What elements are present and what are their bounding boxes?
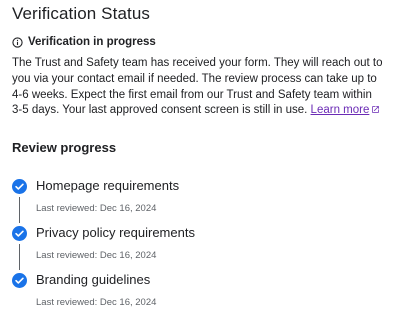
step-label: Privacy policy requirements <box>36 225 195 240</box>
review-steps: Homepage requirements Last reviewed: Dec… <box>12 178 382 309</box>
step-last-reviewed: Last reviewed: Dec 16, 2024 <box>36 297 157 308</box>
step-label: Homepage requirements <box>36 178 180 193</box>
step-connector <box>19 197 20 223</box>
step-connector <box>19 244 20 270</box>
step-label: Branding guidelines <box>36 272 151 287</box>
step-last-reviewed: Last reviewed: Dec 16, 2024 <box>36 250 157 261</box>
external-link-icon <box>372 106 380 114</box>
status-label: Verification in progress <box>28 36 156 48</box>
learn-more-link[interactable]: Learn more <box>311 104 381 116</box>
verification-status-panel: Verification Status Verification in prog… <box>0 0 400 309</box>
learn-more-label: Learn more <box>310 104 370 117</box>
step-homepage-requirements: Homepage requirements Last reviewed: Dec… <box>12 178 382 225</box>
step-branding-guidelines: Branding guidelines Last reviewed: Dec 1… <box>12 272 382 309</box>
check-circle-icon <box>12 226 27 241</box>
info-icon <box>12 36 23 48</box>
step-last-reviewed: Last reviewed: Dec 16, 2024 <box>36 203 157 214</box>
check-circle-icon <box>12 273 27 288</box>
page-title: Verification Status <box>12 4 150 23</box>
step-privacy-policy-requirements: Privacy policy requirements Last reviewe… <box>12 225 382 272</box>
review-progress-title: Review progress <box>12 140 117 155</box>
check-circle-icon <box>12 179 27 194</box>
status-row: Verification in progress <box>12 36 156 48</box>
status-description: The Trust and Safety team has received y… <box>12 56 384 119</box>
